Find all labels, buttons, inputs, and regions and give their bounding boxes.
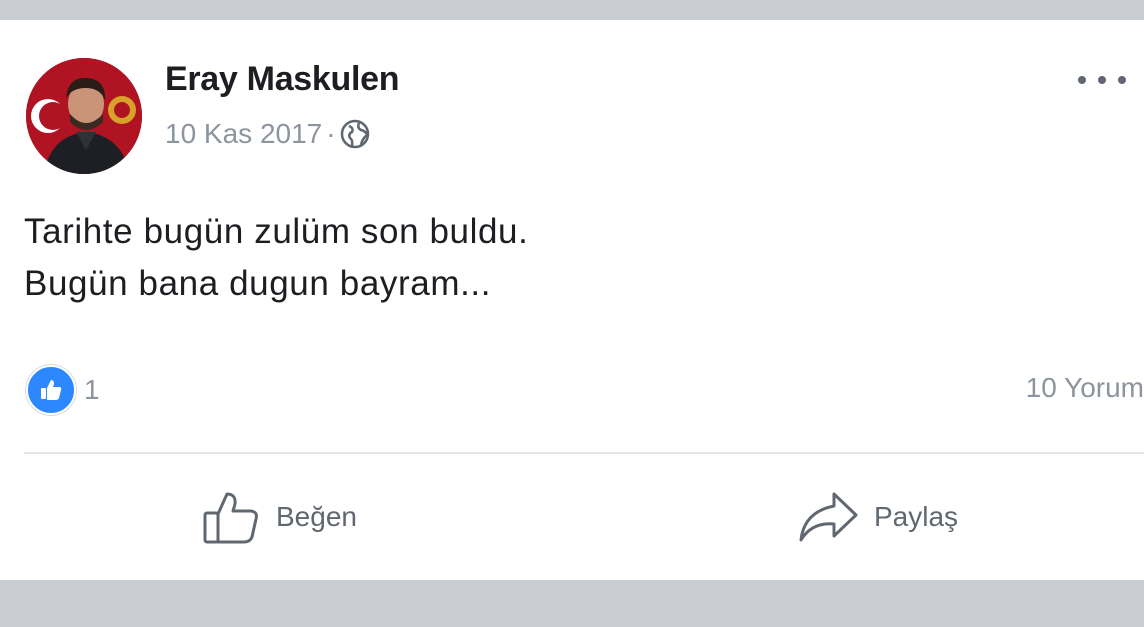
like-button[interactable]: Beğen	[200, 482, 357, 552]
dot	[1118, 76, 1126, 84]
thumbs-up-icon	[203, 492, 258, 544]
like-label: Beğen	[276, 501, 357, 532]
dot	[1098, 76, 1106, 84]
post-meta: 10 Kas 2017 ·	[165, 118, 370, 150]
avatar-image	[26, 58, 142, 174]
like-icon	[26, 365, 76, 415]
divider	[24, 452, 1144, 454]
more-options-icon[interactable]	[1078, 70, 1126, 90]
post-text-line: Bugün bana dugun bayram...	[24, 264, 492, 303]
post-date[interactable]: 10 Kas 2017	[165, 118, 322, 150]
avatar[interactable]	[26, 58, 142, 174]
comments-count[interactable]: 10 Yorum	[1026, 372, 1144, 404]
feed-background: Eray Maskulen 10 Kas 2017 · Tarihte bugü…	[0, 0, 1144, 627]
globe-icon[interactable]	[340, 119, 370, 149]
share-label: Paylaş	[874, 501, 959, 532]
dot	[1078, 76, 1086, 84]
post-text-line: Tarihte bugün zulüm son buldu.	[24, 212, 529, 251]
like-count: 1	[84, 374, 100, 405]
meta-separator: ·	[326, 118, 336, 149]
author-name[interactable]: Eray Maskulen	[165, 60, 400, 99]
reactions-summary[interactable]: 1	[26, 365, 100, 415]
post-card: Eray Maskulen 10 Kas 2017 · Tarihte bugü…	[0, 20, 1144, 580]
share-button[interactable]: Paylaş	[796, 482, 958, 552]
share-icon	[799, 492, 858, 542]
post-text: Tarihte bugün zulüm son buldu. Bugün ban…	[24, 206, 528, 310]
